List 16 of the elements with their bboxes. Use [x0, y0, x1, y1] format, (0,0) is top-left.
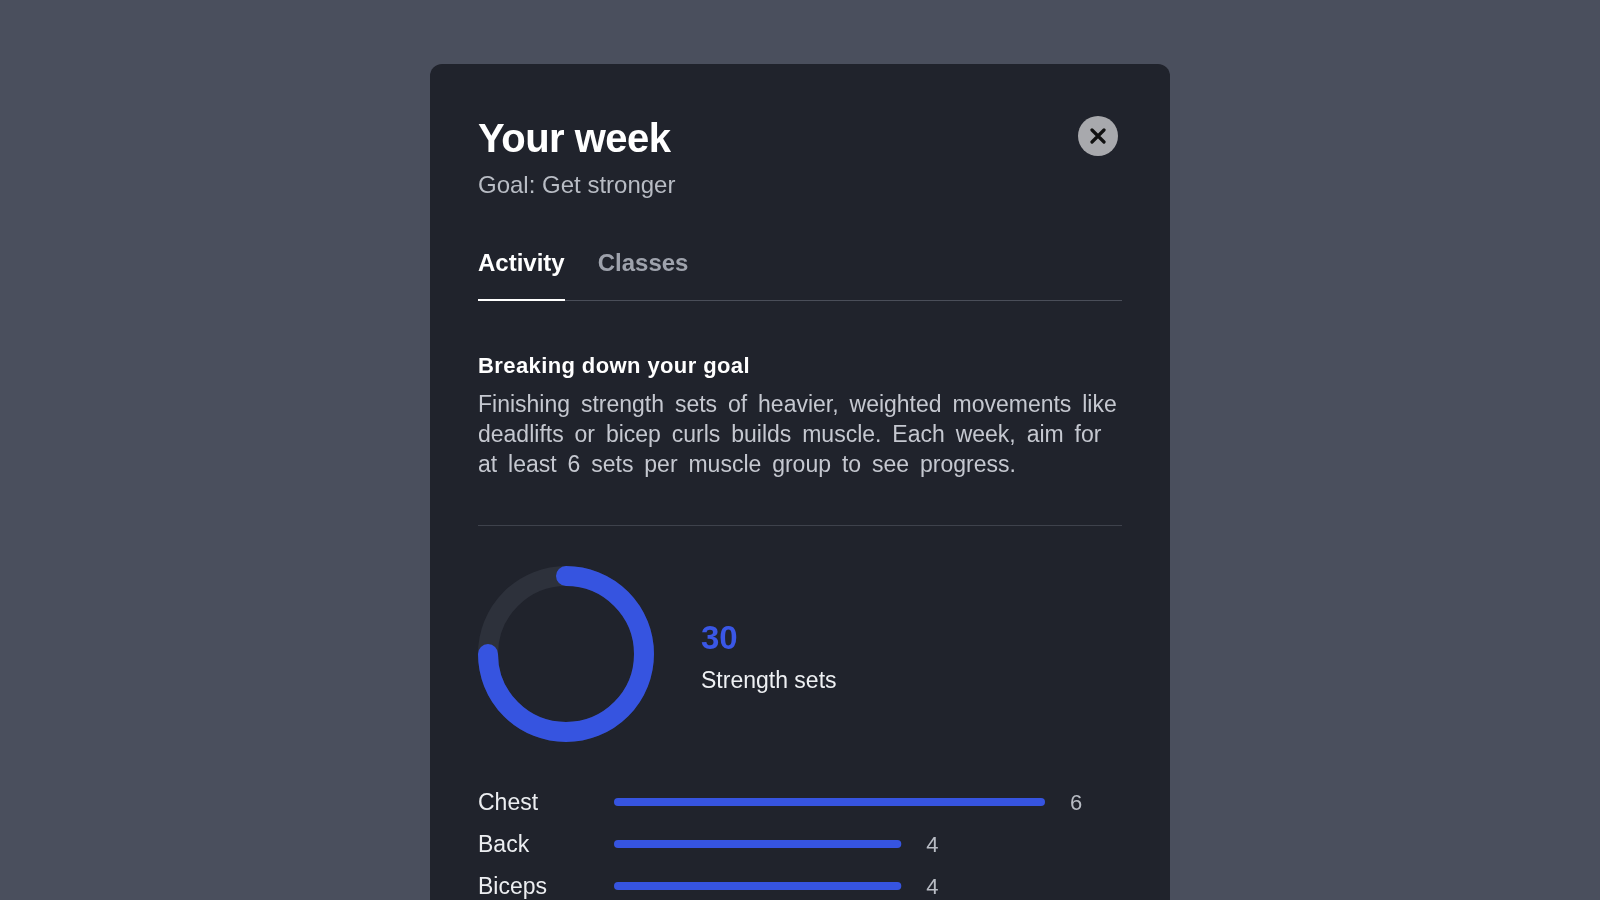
tab[interactable]: Classes [597, 249, 689, 301]
close-icon [1090, 128, 1106, 144]
value-label: 6 [1070, 790, 1083, 815]
tab[interactable]: Activity [478, 249, 565, 301]
category-label: Back [478, 831, 530, 857]
value-label: 4 [926, 832, 939, 857]
category-label: Biceps [478, 873, 548, 899]
category-label: Chest [478, 789, 539, 815]
set-total-label: Strength sets [701, 666, 837, 694]
value-label: 4 [926, 874, 939, 899]
description-text: Finishing strength sets of heavier, weighted movements like deadlifts or bicep curls builds muscle. Each week, aim for at least 6 sets per muscle group to see progress. [478, 390, 1118, 479]
goal-subtitle: Goal: Get stronger [478, 171, 676, 199]
set-total: 30 [701, 619, 739, 657]
close-button[interactable] [1078, 116, 1118, 156]
dialog-title: Your week [478, 115, 672, 162]
section-heading: Breaking down your goal [478, 353, 751, 379]
